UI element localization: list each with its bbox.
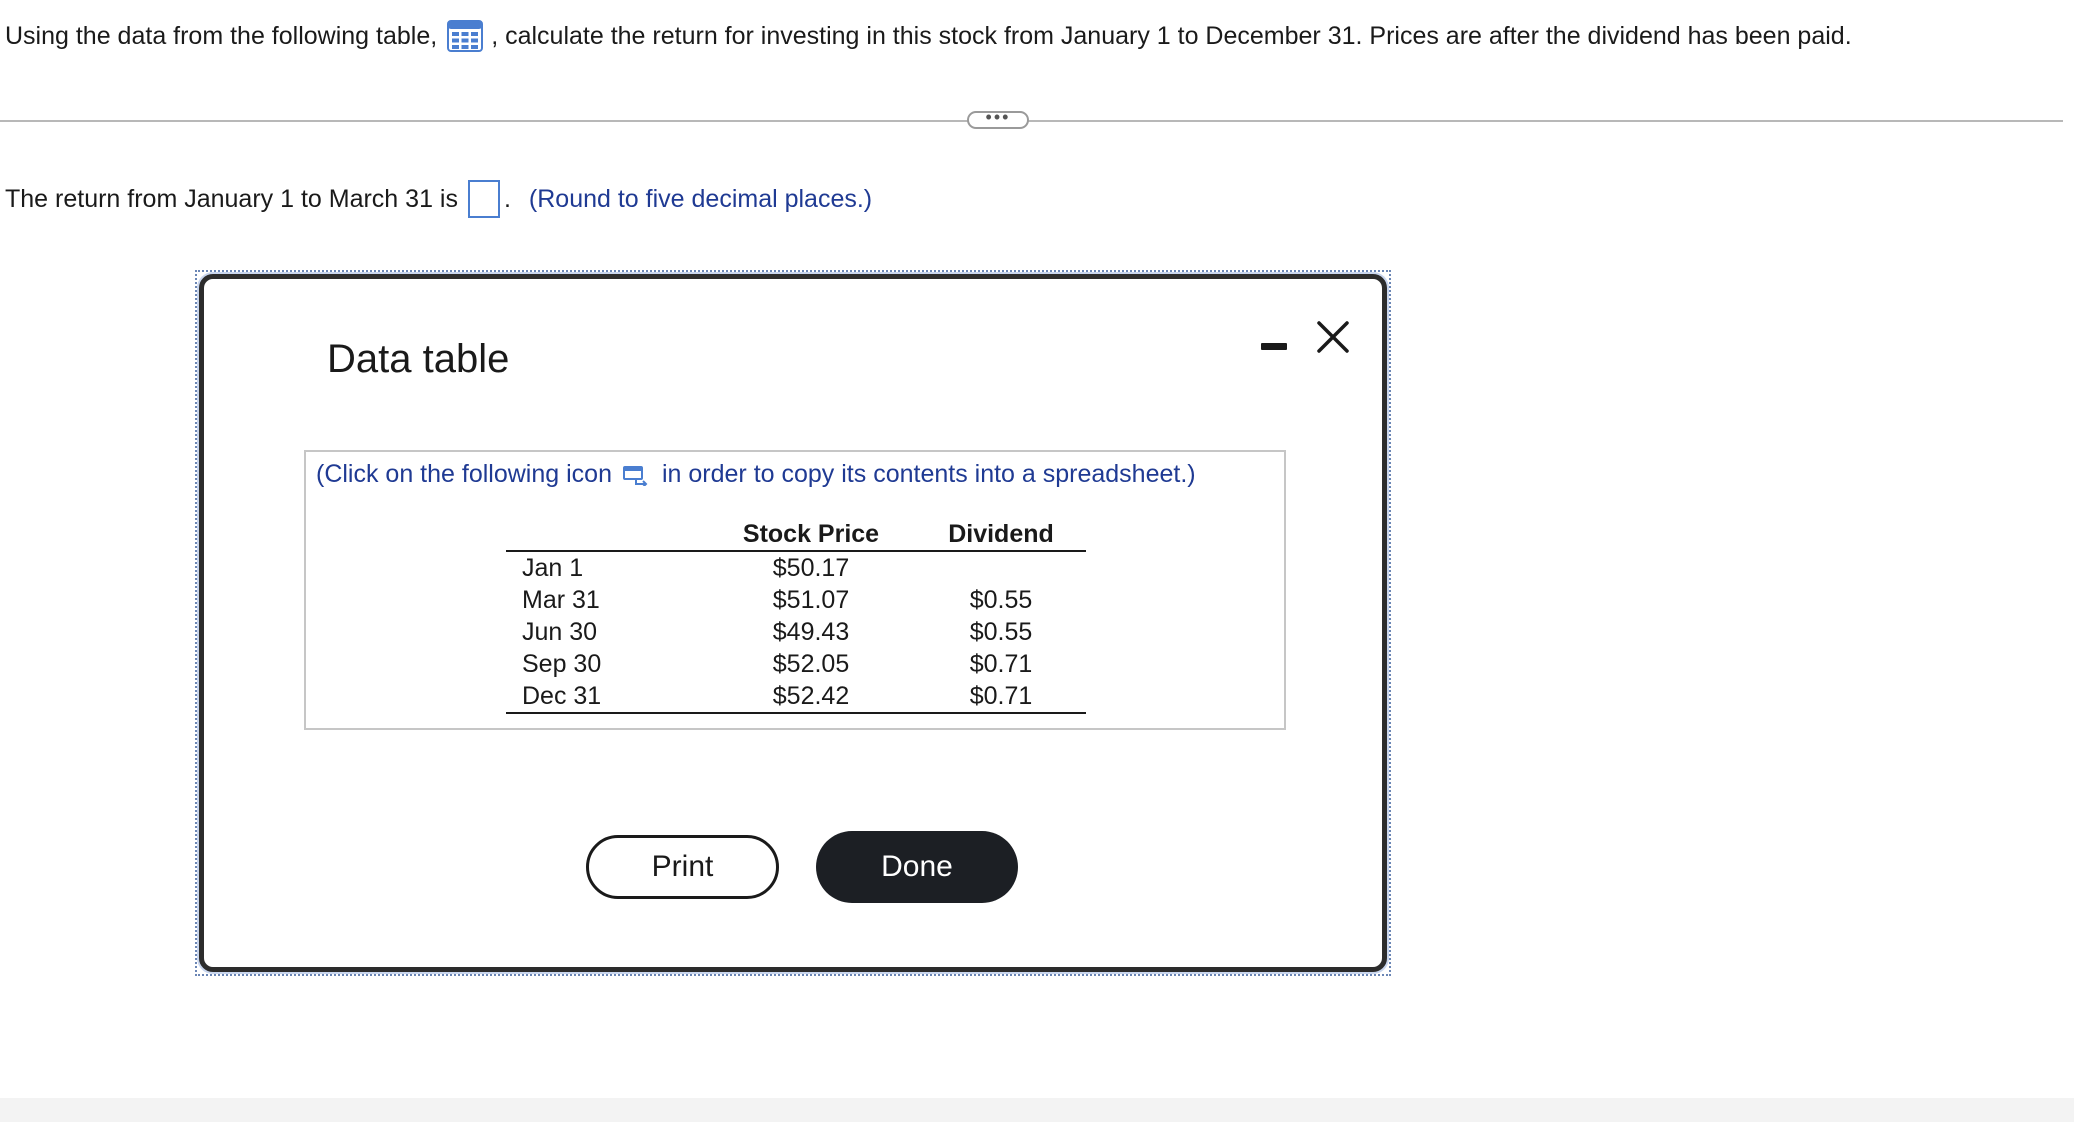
header-date <box>506 518 706 552</box>
table-row: Jun 30 $49.43 $0.55 <box>506 616 1086 648</box>
row-date: Sep 30 <box>522 650 602 678</box>
table-row: Dec 31 $52.42 $0.71 <box>506 680 1086 714</box>
row-stock-price: $52.42 <box>706 680 916 714</box>
stock-data-table: Stock Price Dividend Jan 1 $50.17 Mar 31 <box>506 518 1086 714</box>
question-suffix: , calculate the return for investing in … <box>491 21 1852 50</box>
print-button[interactable]: Print <box>586 835 779 899</box>
minimize-icon[interactable] <box>1259 329 1289 359</box>
row-stock-price: $51.07 <box>772 586 850 614</box>
answer-period: . <box>503 184 511 213</box>
copy-note: (Click on the following icon in order to… <box>316 460 1196 489</box>
answer-prefix: The return from January 1 to March 31 is <box>5 184 458 213</box>
section-divider <box>0 120 2063 122</box>
row-date: Dec 31 <box>506 680 706 714</box>
rounding-hint: (Round to five decimal places.) <box>528 184 873 213</box>
data-table-panel: (Click on the following icon in order to… <box>304 450 1286 730</box>
dialog-title: Data table <box>327 337 510 381</box>
row-stock-price: $52.05 <box>772 650 850 678</box>
copy-note-prefix: (Click on the following icon <box>316 460 612 488</box>
row-dividend: $0.55 <box>969 618 1033 646</box>
copy-icon[interactable] <box>622 464 648 488</box>
row-date: Mar 31 <box>522 586 600 614</box>
header-stock-price: Stock Price <box>706 518 916 552</box>
table-row: Sep 30 $52.05 $0.71 <box>506 648 1086 680</box>
data-table-dialog: Data table (Click on the following icon <box>199 274 1387 972</box>
close-icon[interactable] <box>1315 319 1351 355</box>
row-stock-price: $50.17 <box>772 554 850 582</box>
row-dividend: $0.71 <box>969 650 1033 678</box>
answer-input[interactable] <box>467 180 500 218</box>
question-prefix: Using the data from the following table, <box>5 21 438 50</box>
table-header-row: Stock Price Dividend <box>506 518 1086 552</box>
question-text: Using the data from the following table, <box>5 20 1852 52</box>
row-dividend: $0.71 <box>916 680 1086 714</box>
done-button[interactable]: Done <box>816 831 1018 903</box>
row-date: Jun 30 <box>522 618 598 646</box>
row-dividend: $0.55 <box>969 586 1033 614</box>
header-dividend: Dividend <box>916 518 1086 552</box>
row-stock-price: $49.43 <box>772 618 850 646</box>
table-grid-icon[interactable] <box>447 20 484 52</box>
footer-band <box>0 1098 2074 1122</box>
row-dividend <box>916 551 1086 584</box>
answer-line: The return from January 1 to March 31 is… <box>5 180 872 218</box>
table-row: Jan 1 $50.17 <box>506 551 1086 584</box>
copy-note-suffix: in order to copy its contents into a spr… <box>661 460 1196 488</box>
table-row: Mar 31 $51.07 $0.55 <box>506 584 1086 616</box>
expand-ellipsis-button[interactable]: ••• <box>967 108 1029 129</box>
page: Using the data from the following table, <box>0 0 2074 1122</box>
row-date: Jan 1 <box>522 554 584 582</box>
